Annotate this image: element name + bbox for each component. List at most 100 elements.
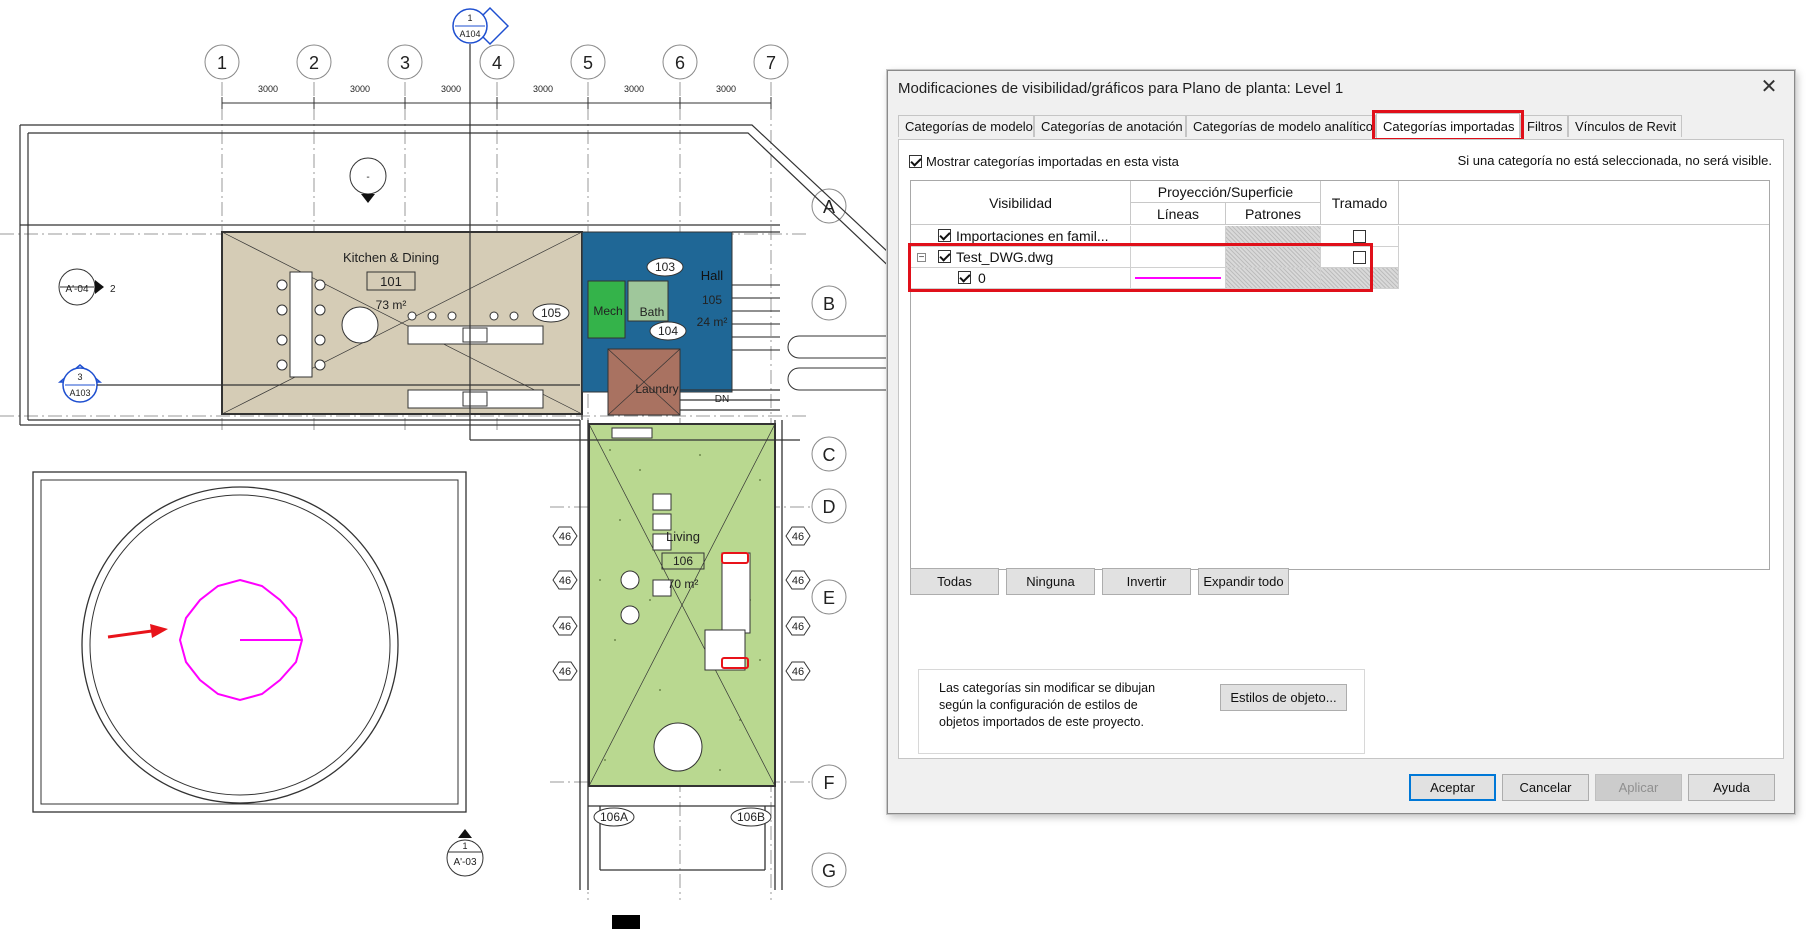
header-projection-surface: Proyección/Superficie <box>1131 181 1321 203</box>
categories-table: Visibilidad Proyección/Superficie Líneas… <box>908 180 1770 570</box>
window-tag-label: 46 <box>792 531 804 543</box>
row-label: 0 <box>978 270 986 286</box>
dwg-site-block <box>32 471 467 813</box>
room-number: 106 <box>673 554 693 568</box>
imported-dwg-geometry[interactable] <box>178 578 304 702</box>
invert-button[interactable]: Invertir <box>1102 568 1191 595</box>
lines-cell[interactable] <box>1131 268 1226 289</box>
visibility-graphics-dialog: Modificaciones de visibilidad/gráficos p… <box>887 70 1795 814</box>
elevation-marker-top[interactable]: - <box>349 157 387 203</box>
show-imported-row[interactable]: Mostrar categorías importadas en esta vi… <box>909 153 1179 169</box>
cancel-button[interactable]: Cancelar <box>1502 774 1589 801</box>
apply-button[interactable]: Aplicar <box>1595 774 1682 801</box>
tab-annotation-categories[interactable]: Categorías de anotación <box>1034 115 1186 137</box>
header-spacer <box>1399 181 1769 225</box>
tab-imported-categories[interactable]: Categorías importadas <box>1376 113 1520 139</box>
halftone-cell <box>1321 247 1399 268</box>
room-name: Laundry <box>635 382 678 396</box>
door-tag-label: 103 <box>655 260 675 274</box>
dimension-label: 3000 <box>258 84 278 94</box>
grid-column-label: 1 <box>217 53 227 73</box>
elevation-sheet: A'-04 <box>65 284 88 295</box>
lines-cell[interactable] <box>1131 226 1226 247</box>
tab-analytical-model-categories[interactable]: Categorías de modelo analítico <box>1186 115 1376 137</box>
grid-column-label: 4 <box>492 53 502 73</box>
bottom-marker <box>612 915 640 929</box>
grid-column-label: 7 <box>766 53 776 73</box>
window-tag-label: 46 <box>559 666 571 678</box>
window-tag-label: 46 <box>559 531 571 543</box>
show-imported-checkbox[interactable] <box>909 155 922 169</box>
object-styles-info: Las categorías sin modificar se dibujan … <box>918 669 1365 754</box>
collapse-icon[interactable]: − <box>917 253 926 263</box>
halftone-checkbox[interactable] <box>1353 251 1366 264</box>
elevation-label: - <box>366 172 369 183</box>
dimension-label: 3000 <box>533 84 553 94</box>
row-checkbox[interactable] <box>958 271 971 284</box>
room-name: Hall <box>701 268 724 283</box>
hall-stairs <box>732 284 780 351</box>
halftone-cell <box>1321 226 1399 247</box>
dialog-title: Modificaciones de visibilidad/gráficos p… <box>898 80 1344 97</box>
section-sheet: A104 <box>459 29 480 39</box>
tab-panel: Mostrar categorías importadas en esta vi… <box>898 139 1784 759</box>
dimension-label: 3000 <box>716 84 736 94</box>
window-tag-label: 46 <box>559 621 571 633</box>
object-styles-button[interactable]: Estilos de objeto... <box>1220 684 1347 711</box>
window-tag-label: 46 <box>792 621 804 633</box>
elevation-marker-left[interactable]: A'-04 2 <box>58 268 116 306</box>
door-tag-label: 104 <box>658 324 678 338</box>
room-name: Mech <box>593 304 622 318</box>
grid-row-label: E <box>823 588 835 608</box>
visibility-cell: − Test_DWG.dwg <box>911 247 1131 268</box>
row-label: Test_DWG.dwg <box>956 249 1054 265</box>
row-checkbox[interactable] <box>938 229 951 242</box>
room-name: Living <box>666 529 700 544</box>
line-color-swatch <box>1135 277 1221 279</box>
ok-button[interactable]: Aceptar <box>1409 774 1496 801</box>
row-label: Importaciones en famil... <box>956 228 1109 244</box>
tab-model-categories[interactable]: Categorías de modelo <box>898 115 1034 137</box>
room-area: 73 m² <box>376 298 407 312</box>
dn-label: DN <box>715 394 729 405</box>
halftone-cell <box>1321 268 1399 289</box>
halftone-checkbox[interactable] <box>1353 230 1366 243</box>
table-row[interactable]: Importaciones en famil... <box>911 226 1447 247</box>
expand-all-button[interactable]: Expandir todo <box>1198 568 1289 595</box>
header-visibility: Visibilidad <box>911 181 1131 225</box>
room-area: 70 m² <box>668 577 699 591</box>
section-number: 1 <box>467 13 472 23</box>
help-button[interactable]: Ayuda <box>1688 774 1775 801</box>
table-row[interactable]: − Test_DWG.dwg <box>911 247 1447 268</box>
header-patterns: Patrones <box>1226 203 1321 225</box>
elevation-sheet: A'-03 <box>453 857 476 868</box>
dimension-label: 3000 <box>350 84 370 94</box>
select-all-button[interactable]: Todas <box>910 568 999 595</box>
window-tag-label: 46 <box>792 666 804 678</box>
dimension-label: 3000 <box>441 84 461 94</box>
red-arrow-icon <box>107 624 168 639</box>
dimension-line <box>221 97 772 109</box>
row-checkbox[interactable] <box>938 250 951 263</box>
grid-column-label: 2 <box>309 53 319 73</box>
room-name: Bath <box>640 305 665 319</box>
close-icon[interactable]: ✕ <box>1758 77 1780 99</box>
info-text: Las categorías sin modificar se dibujan … <box>939 681 1156 729</box>
grid-row-label: C <box>823 445 836 465</box>
patterns-cell <box>1226 247 1321 268</box>
elevation-number: 2 <box>110 284 116 295</box>
room-number: 105 <box>702 293 722 307</box>
visibility-cell: 0 <box>911 268 1131 289</box>
patterns-cell <box>1226 268 1321 289</box>
room-name: Kitchen & Dining <box>343 250 439 265</box>
elevation-marker-bottom[interactable]: 1 A'-03 <box>446 829 484 877</box>
grid-column-label: 6 <box>675 53 685 73</box>
grid-column-label: 3 <box>400 53 410 73</box>
grid-row-label: B <box>823 294 835 314</box>
lines-cell[interactable] <box>1131 247 1226 268</box>
table-row[interactable]: 0 <box>911 268 1447 289</box>
select-none-button[interactable]: Ninguna <box>1006 568 1095 595</box>
tab-revit-links[interactable]: Vínculos de Revit <box>1568 115 1682 137</box>
tab-filters[interactable]: Filtros <box>1520 115 1568 137</box>
header-halftone: Tramado <box>1321 181 1399 225</box>
